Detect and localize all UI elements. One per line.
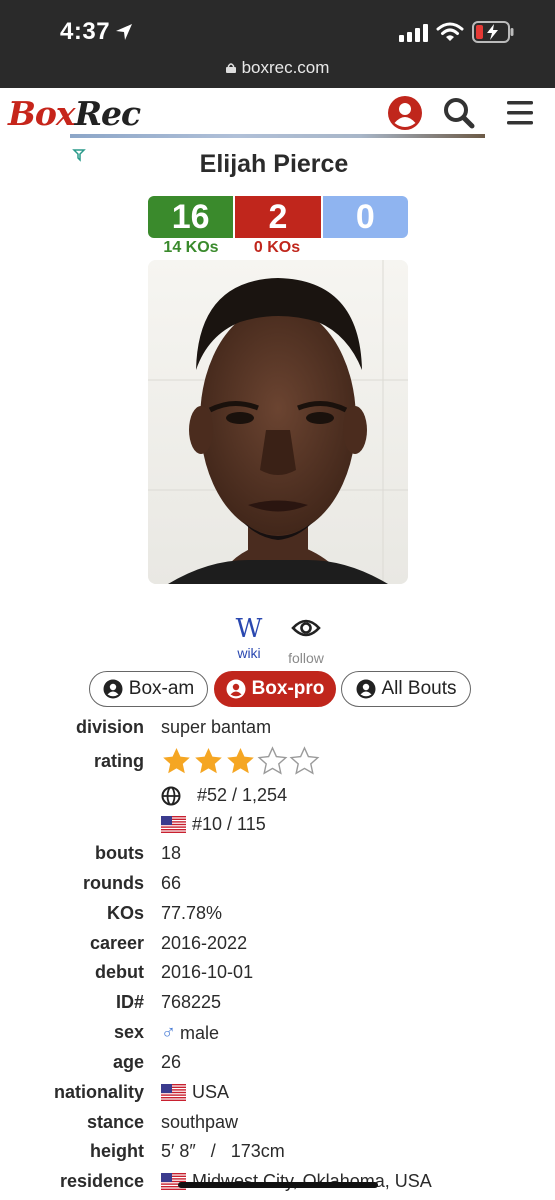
- row-division: division super bantam: [0, 717, 555, 743]
- signal-icon: [399, 24, 428, 42]
- user-icon: [356, 679, 375, 699]
- record-bar: 16 2 0: [148, 196, 408, 238]
- globe-icon: [161, 786, 181, 805]
- debut-value: 2016-10-01: [161, 962, 254, 982]
- row-world-rank: #52 / 1,254: [0, 785, 555, 811]
- draws-count: 0: [322, 196, 408, 238]
- row-id: ID# 768225: [0, 992, 555, 1018]
- rating-stars: [161, 746, 321, 776]
- kos-value: 77.78%: [161, 903, 223, 923]
- row-nationality: nationality USA: [0, 1082, 555, 1108]
- star-empty-icon: [289, 746, 320, 775]
- menu-icon[interactable]: [502, 94, 540, 132]
- user-icon: [103, 679, 123, 699]
- boxer-name: Elijah Pierce: [199, 150, 349, 178]
- row-age: age 26: [0, 1052, 555, 1078]
- star-empty-icon: [257, 746, 288, 775]
- sex-value: male: [180, 1023, 220, 1043]
- rating-label: rating: [93, 751, 144, 771]
- sex-label: sex: [113, 1022, 144, 1042]
- wifi-icon: [436, 22, 464, 41]
- stance-value: southpaw: [161, 1112, 239, 1132]
- location-arrow-icon: [116, 24, 132, 40]
- residence-label: residence: [59, 1171, 144, 1191]
- bouts-value: 18: [161, 843, 182, 863]
- losses-count: 2: [235, 196, 323, 238]
- row-stance: stance southpaw: [0, 1112, 555, 1138]
- career-label: career: [89, 933, 144, 953]
- tab-all-bouts[interactable]: All Bouts: [341, 671, 471, 707]
- ad-banner-strip[interactable]: [70, 134, 485, 138]
- wiki-label: wiki: [237, 645, 261, 661]
- site-header: BoxRec: [0, 88, 555, 140]
- usa-rank-value[interactable]: #10 / 115: [192, 814, 266, 835]
- tab-box-am[interactable]: Box-am: [89, 671, 208, 707]
- user-icon[interactable]: [386, 94, 424, 132]
- follow-button[interactable]: follow: [282, 615, 330, 666]
- lock-icon: [225, 63, 236, 73]
- debut-label: debut: [95, 962, 144, 982]
- star-filled-icon: [227, 748, 254, 774]
- division-label: division: [75, 717, 144, 737]
- bouts-label: bouts: [95, 843, 144, 863]
- height-value: 5′ 8″ / 173cm: [161, 1141, 285, 1161]
- status-bar: 4:37 boxrec.com: [0, 0, 555, 88]
- wins-count: 16: [148, 196, 236, 238]
- row-usa-rank: #10 / 115: [0, 814, 555, 840]
- male-icon: ♂: [161, 1022, 176, 1044]
- row-kos: KOs 77.78%: [0, 903, 555, 929]
- age-value: 26: [161, 1052, 182, 1072]
- boxrec-logo[interactable]: BoxRec: [8, 94, 141, 133]
- us-flag-icon: [161, 1084, 186, 1101]
- career-value: 2016-2022: [161, 933, 248, 953]
- row-sex: sex ♂ male: [0, 1022, 555, 1048]
- id-label: ID#: [115, 992, 144, 1012]
- age-label: age: [112, 1052, 144, 1072]
- url-text: boxrec.com: [241, 58, 330, 77]
- tab-label: Box-am: [128, 678, 195, 699]
- address-bar[interactable]: boxrec.com: [0, 58, 555, 78]
- user-icon: [226, 679, 246, 699]
- rounds-value: 66: [161, 873, 182, 893]
- status-time: 4:37: [60, 18, 111, 45]
- wikipedia-icon: W: [235, 614, 263, 644]
- battery-icon: [472, 21, 514, 43]
- row-career: career 2016-2022: [0, 933, 555, 959]
- row-debut: debut 2016-10-01: [0, 962, 555, 988]
- row-height: height 5′ 8″ / 173cm: [0, 1141, 555, 1167]
- tab-label: Box-pro: [251, 678, 325, 699]
- rounds-label: rounds: [83, 873, 144, 893]
- tab-label: All Bouts: [381, 678, 457, 699]
- star-filled-icon: [163, 748, 190, 774]
- search-icon[interactable]: [440, 94, 478, 132]
- nationality-value: USA: [192, 1082, 230, 1102]
- id-value: 768225: [161, 992, 222, 1012]
- wins-kos: 14 KOs: [163, 239, 219, 256]
- division-value[interactable]: super bantam: [161, 717, 271, 738]
- follow-label: follow: [288, 650, 324, 666]
- row-bouts: bouts 18: [0, 843, 555, 869]
- tab-box-pro[interactable]: Box-pro: [214, 671, 336, 707]
- losses-kos: 0 KOs: [253, 239, 301, 256]
- kos-label: KOs: [106, 903, 144, 923]
- stance-label: stance: [86, 1112, 144, 1132]
- row-rounds: rounds 66: [0, 873, 555, 899]
- star-filled-icon: [195, 748, 222, 774]
- height-label: height: [90, 1141, 144, 1161]
- home-indicator[interactable]: [178, 1182, 378, 1188]
- world-rank-value[interactable]: #52 / 1,254: [197, 785, 287, 806]
- nationality-label: nationality: [53, 1082, 144, 1102]
- us-flag-icon: [161, 816, 186, 833]
- eye-icon: [291, 619, 321, 637]
- boxer-photo: [148, 260, 408, 584]
- wiki-link[interactable]: W wiki: [228, 615, 270, 661]
